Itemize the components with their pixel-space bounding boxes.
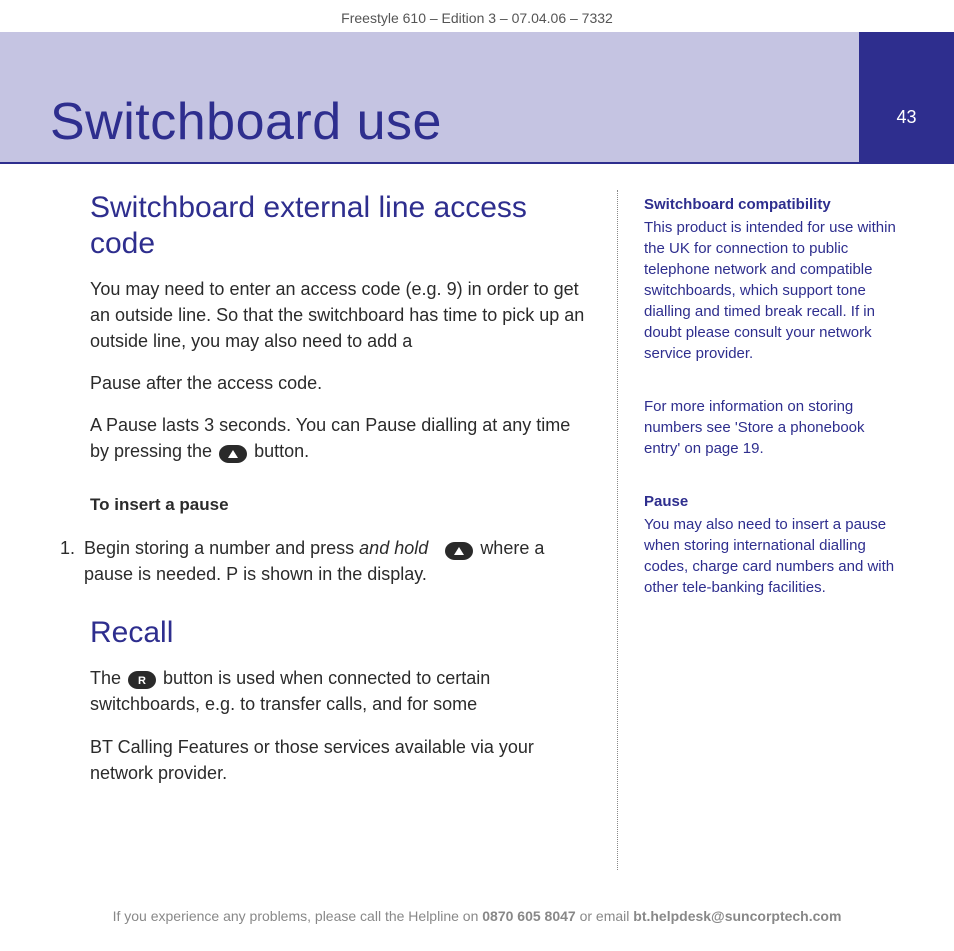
step-body: Begin storing a number and press and hol…	[84, 535, 585, 587]
section-heading-recall: Recall	[90, 615, 585, 651]
emphasis-text: and hold	[359, 538, 428, 558]
document-header-line: Freestyle 610 – Edition 3 – 07.04.06 – 7…	[0, 0, 954, 32]
column-divider	[617, 190, 618, 870]
section-heading-access-code: Switchboard external line access code	[90, 190, 585, 262]
sidebar-note-crossref: For more information on storing numbers …	[644, 396, 904, 459]
sidebar-note-body: For more information on storing numbers …	[644, 396, 904, 459]
body-paragraph: A Pause lasts 3 seconds. You can Pause d…	[90, 412, 585, 464]
body-text: Begin storing a number and press	[84, 538, 359, 558]
numbered-step: 1. Begin storing a number and press and …	[60, 535, 585, 587]
sidebar-note-compatibility: Switchboard compatibility This product i…	[644, 194, 904, 364]
footer-help-line: If you experience any problems, please c…	[0, 890, 954, 946]
svg-text:R: R	[138, 675, 146, 687]
body-text	[433, 538, 438, 558]
body-text: is shown in the display.	[243, 564, 427, 584]
body-paragraph: Pause after the access code.	[90, 370, 585, 396]
footer-text: If you experience any problems, please c…	[113, 908, 483, 924]
body-text: The	[90, 668, 126, 688]
body-text: button.	[254, 441, 309, 461]
sidebar-note-body: This product is intended for use within …	[644, 217, 904, 364]
page-title: Switchboard use	[50, 92, 442, 152]
body-text: A Pause lasts 3 seconds. You can Pause d…	[90, 415, 570, 461]
body-paragraph: BT Calling Features or those services av…	[90, 734, 585, 786]
body-paragraph: The R button is used when connected to c…	[90, 665, 585, 717]
subsection-heading: To insert a pause	[90, 493, 585, 518]
title-wrap: Switchboard use	[0, 32, 859, 162]
sidebar-note-body: You may also need to insert a pause when…	[644, 514, 904, 598]
footer-email: bt.helpdesk@suncorptech.com	[633, 908, 841, 924]
main-column: Switchboard external line access code Yo…	[40, 190, 609, 870]
redial-up-icon	[445, 542, 473, 560]
sidebar-note-title: Pause	[644, 491, 904, 512]
sidebar-note-pause: Pause You may also need to insert a paus…	[644, 491, 904, 598]
sidebar-note-title: Switchboard compatibility	[644, 194, 904, 215]
title-banner: Switchboard use 43	[0, 32, 954, 164]
step-number: 1.	[60, 535, 84, 587]
body-paragraph: You may need to enter an access code (e.…	[90, 276, 585, 354]
display-character: P	[226, 564, 238, 584]
footer-text: or email	[580, 908, 634, 924]
page-number: 43	[896, 67, 916, 128]
recall-r-icon: R	[128, 671, 156, 689]
content-area: Switchboard external line access code Yo…	[0, 164, 954, 890]
footer-phone: 0870 605 8047	[482, 908, 575, 924]
redial-up-icon	[219, 445, 247, 463]
page-number-tab: 43	[859, 32, 954, 162]
sidebar-column: Switchboard compatibility This product i…	[626, 190, 914, 870]
